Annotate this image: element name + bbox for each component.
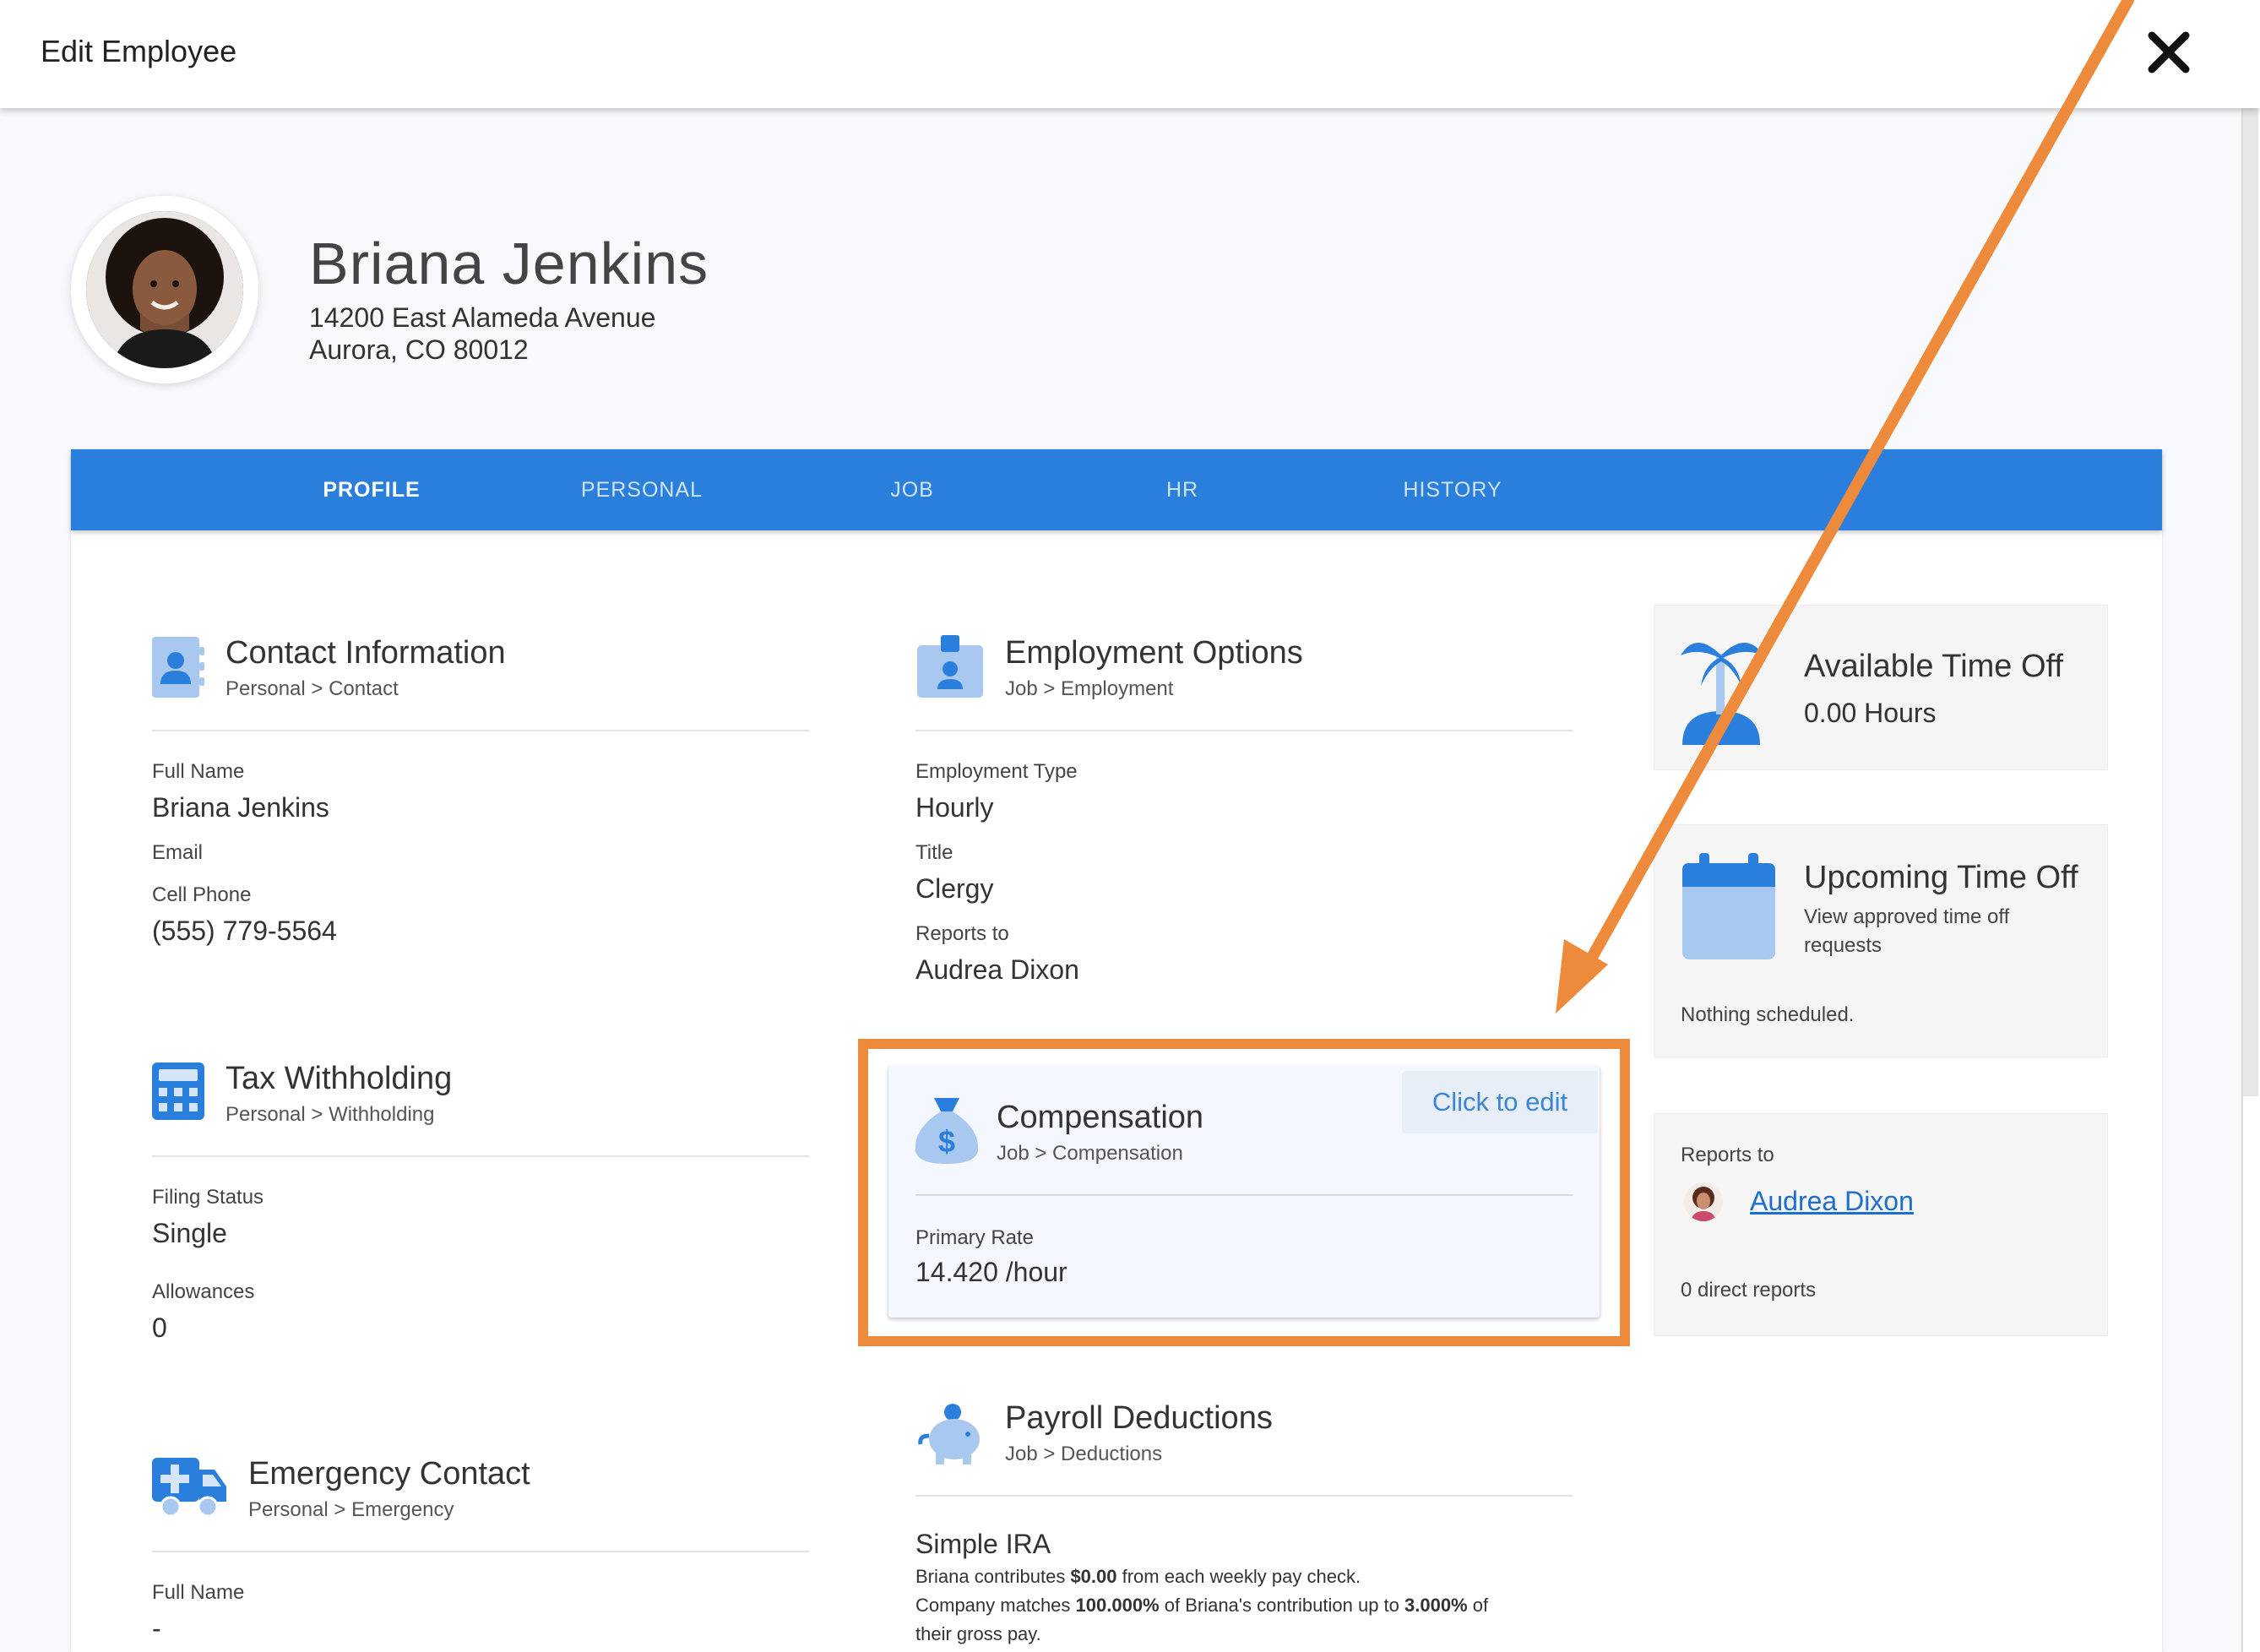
deductions-title: Payroll Deductions bbox=[1005, 1400, 1273, 1436]
deduction-line-3: their gross pay. bbox=[915, 1623, 1041, 1644]
reports-to-panel-label: Reports to bbox=[1681, 1144, 1774, 1166]
emergency-full-name-label: Full Name bbox=[152, 1581, 245, 1604]
available-time-off-title: Available Time Off bbox=[1804, 649, 2063, 684]
divider bbox=[152, 1551, 809, 1552]
employment-type-value: Hourly bbox=[915, 792, 994, 823]
upcoming-desc-line1: View approved time off bbox=[1804, 905, 2010, 928]
employee-address-line1: 14200 East Alameda Avenue bbox=[309, 302, 656, 333]
piggy-bank-icon bbox=[914, 1402, 986, 1470]
employment-type-label: Employment Type bbox=[915, 760, 1078, 783]
id-badge-icon bbox=[915, 633, 985, 704]
deductions-breadcrumb[interactable]: Job > Deductions bbox=[1005, 1443, 1162, 1466]
tab-history[interactable]: HISTORY bbox=[1309, 449, 1596, 530]
filing-status-value: Single bbox=[152, 1218, 227, 1248]
job-title-value: Clergy bbox=[915, 873, 994, 904]
deduction-line-1: Briana contributes $0.00 from each weekl… bbox=[915, 1566, 1361, 1587]
tab-bar: PROFILE PERSONAL JOB HR HISTORY bbox=[71, 449, 2162, 530]
contact-card-icon bbox=[150, 635, 206, 704]
manager-link[interactable]: Audrea Dixon bbox=[1750, 1186, 1914, 1217]
scrollbar-thumb[interactable] bbox=[2243, 108, 2258, 1096]
avatar[interactable] bbox=[86, 211, 243, 368]
calculator-icon bbox=[150, 1061, 206, 1126]
manager-avatar[interactable] bbox=[1684, 1182, 1723, 1221]
calendar-icon bbox=[1681, 851, 1777, 965]
ambulance-icon bbox=[150, 1454, 230, 1523]
full-name-value: Briana Jenkins bbox=[152, 792, 329, 823]
allowances-value: 0 bbox=[152, 1312, 167, 1343]
divider bbox=[915, 730, 1573, 731]
reports-to-value: Audrea Dixon bbox=[915, 954, 1079, 985]
tab-personal[interactable]: PERSONAL bbox=[498, 449, 785, 530]
reports-to-label: Reports to bbox=[915, 922, 1009, 945]
deduction-plan-name: Simple IRA bbox=[915, 1529, 1051, 1559]
nothing-scheduled-text: Nothing scheduled. bbox=[1681, 1003, 1855, 1026]
employment-title: Employment Options bbox=[1005, 635, 1303, 671]
top-bar: Edit Employee bbox=[0, 0, 2260, 108]
tab-hr[interactable]: HR bbox=[1039, 449, 1326, 530]
employee-address-line2: Aurora, CO 80012 bbox=[309, 334, 529, 365]
job-title-label: Title bbox=[915, 841, 953, 864]
cell-phone-value: (555) 779-5564 bbox=[152, 916, 337, 946]
filing-status-label: Filing Status bbox=[152, 1186, 264, 1209]
full-name-label: Full Name bbox=[152, 760, 245, 783]
cell-phone-label: Cell Phone bbox=[152, 883, 252, 906]
emergency-full-name-value: - bbox=[152, 1613, 161, 1644]
close-icon[interactable] bbox=[2145, 29, 2192, 76]
tax-title: Tax Withholding bbox=[225, 1061, 453, 1096]
emergency-breadcrumb[interactable]: Personal > Emergency bbox=[248, 1498, 454, 1522]
window-title: Edit Employee bbox=[41, 34, 237, 68]
divider bbox=[152, 1155, 809, 1157]
tab-job[interactable]: JOB bbox=[769, 449, 1056, 530]
emergency-title: Emergency Contact bbox=[248, 1456, 530, 1492]
divider bbox=[152, 730, 809, 731]
divider bbox=[915, 1495, 1573, 1497]
palm-tree-icon bbox=[1679, 630, 1765, 749]
available-time-off-hours: 0.00 Hours bbox=[1804, 698, 1937, 728]
tab-profile[interactable]: PROFILE bbox=[228, 449, 515, 530]
employment-breadcrumb[interactable]: Job > Employment bbox=[1005, 677, 1173, 701]
contact-title: Contact Information bbox=[225, 635, 506, 671]
allowances-label: Allowances bbox=[152, 1280, 255, 1303]
deduction-line-2: Company matches 100.000% of Briana's con… bbox=[915, 1595, 1489, 1616]
highlight-box bbox=[858, 1039, 1630, 1346]
direct-reports-count: 0 direct reports bbox=[1681, 1279, 1817, 1301]
tax-breadcrumb[interactable]: Personal > Withholding bbox=[225, 1103, 434, 1127]
employee-name: Briana Jenkins bbox=[309, 231, 709, 296]
upcoming-time-off-title: Upcoming Time Off bbox=[1804, 860, 2078, 895]
email-label: Email bbox=[152, 841, 204, 864]
upcoming-desc-line2: requests bbox=[1804, 934, 1882, 957]
contact-breadcrumb[interactable]: Personal > Contact bbox=[225, 677, 399, 701]
